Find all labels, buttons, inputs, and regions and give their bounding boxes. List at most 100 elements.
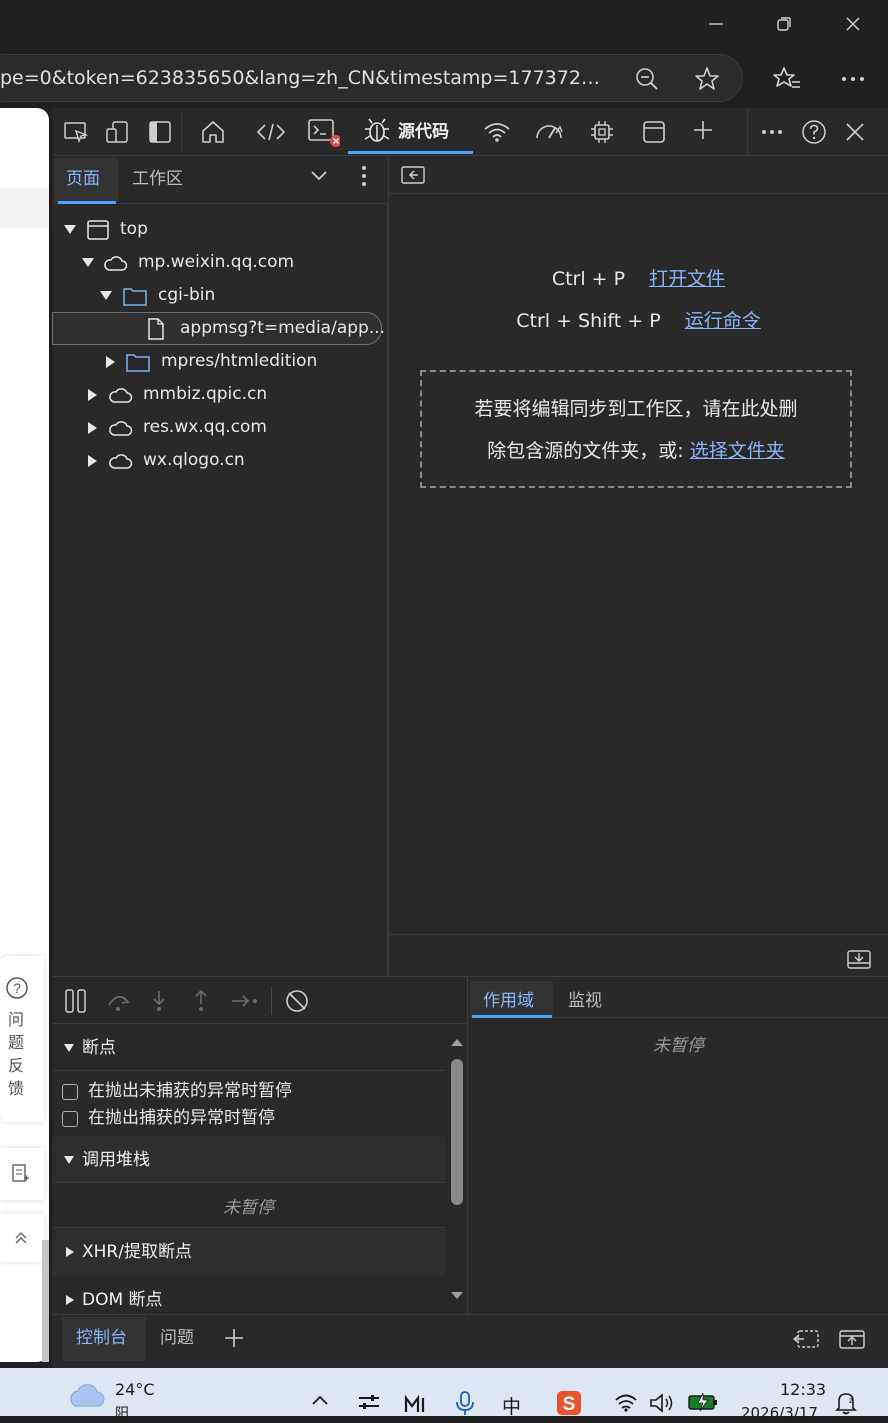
speaker-icon (650, 1393, 673, 1413)
chip-icon (591, 121, 613, 143)
breakpoints-section-header[interactable]: 断点 (52, 1025, 445, 1071)
tree-node-label: mp.weixin.qq.com (138, 252, 295, 272)
close-window-button[interactable] (839, 10, 867, 38)
tab-page-indicator (58, 201, 116, 204)
weather-widget[interactable] (66, 1380, 106, 1410)
restore-icon (777, 17, 791, 31)
pause-button[interactable] (64, 988, 88, 1014)
tab-network[interactable] (480, 116, 514, 148)
toggle-navigator-button[interactable] (401, 165, 425, 185)
restore-button[interactable] (770, 10, 798, 38)
close-drawer-button[interactable] (839, 1328, 865, 1350)
zoom-button[interactable] (634, 66, 660, 92)
help-button[interactable] (797, 116, 831, 148)
address-text[interactable]: pe=0&token=623835650&lang=zh_CN&timestam… (0, 66, 610, 90)
feedback-widget[interactable]: ? 问 题 反 馈 (0, 956, 44, 1122)
step-button[interactable] (230, 991, 260, 1011)
tab-page[interactable]: 页面 (66, 156, 100, 204)
web-page: ? 问 题 反 馈 (0, 108, 49, 1362)
device-icon (106, 121, 128, 143)
tree-node-domain[interactable]: mp.weixin.qq.com (82, 246, 294, 279)
step-over-button[interactable] (106, 989, 132, 1013)
navigator-menu-button[interactable] (354, 164, 374, 188)
favorites-list-icon (773, 67, 800, 88)
scope-panel: 作用域 监视 未暂停 (469, 976, 888, 1314)
drawer-toggle-button[interactable] (847, 950, 871, 970)
drawer-tab-issues[interactable]: 问题 (160, 1315, 194, 1361)
expand-arrow-icon (64, 1043, 74, 1052)
show-hidden-icons-button[interactable] (310, 1392, 330, 1408)
dock-side-button[interactable] (143, 116, 177, 148)
editor-toolbar (389, 156, 888, 194)
minimize-button[interactable] (702, 10, 730, 38)
favorite-button[interactable] (693, 65, 721, 93)
callstack-section-header[interactable]: 调用堆栈 (52, 1137, 445, 1183)
tab-workspace[interactable]: 工作区 (132, 156, 183, 204)
sogou-ime-button[interactable]: S (556, 1390, 582, 1416)
panel-collapse-icon (401, 166, 425, 184)
microphone-button[interactable] (454, 1390, 476, 1416)
notifications-button[interactable]: z (834, 1390, 858, 1416)
tree-node-domain[interactable]: wx.qlogo.cn (88, 444, 245, 477)
scrollbar-thumb[interactable] (451, 1059, 463, 1205)
scroll-down-icon (451, 1292, 463, 1299)
tab-welcome[interactable] (196, 116, 230, 148)
xhr-section-header[interactable]: XHR/提取断点 (52, 1229, 445, 1275)
close-devtools-button[interactable] (838, 116, 872, 148)
tab-performance[interactable] (532, 116, 566, 148)
performance-gauge-icon (536, 125, 563, 139)
more-tabs-button[interactable] (308, 166, 330, 186)
tree-node-top[interactable]: top (64, 213, 148, 246)
deactivate-breakpoints-button[interactable] (284, 988, 310, 1014)
volume-button[interactable] (649, 1392, 675, 1414)
customize-menu-button[interactable] (755, 116, 789, 148)
divider (52, 1227, 445, 1228)
tab-memory[interactable] (585, 116, 619, 148)
quick-view-button[interactable] (792, 1328, 820, 1350)
ime-indicator[interactable]: 中 (502, 1392, 521, 1419)
tab-application[interactable] (637, 116, 671, 148)
open-file-link[interactable]: 打开文件 (649, 268, 725, 290)
drawer-add-tab-button[interactable] (223, 1327, 245, 1349)
network-status-button[interactable] (614, 1392, 638, 1412)
select-folder-link[interactable]: 选择文件夹 (690, 440, 785, 462)
checkbox[interactable] (62, 1083, 78, 1100)
notes-button[interactable] (0, 1148, 44, 1200)
back-to-top-button[interactable] (0, 1214, 44, 1262)
cloud-icon (109, 453, 133, 469)
drawer-tab-console[interactable]: 控制台 (76, 1315, 127, 1361)
tree-node-file[interactable]: appmsg?t=media/app... (146, 312, 385, 345)
clock-time[interactable]: 12:33 (780, 1380, 826, 1399)
expand-arrow-icon (100, 291, 112, 300)
tab-elements[interactable] (254, 116, 288, 148)
browser-menu-button[interactable] (840, 66, 866, 92)
plus-icon (225, 1329, 243, 1347)
workspace-drop-zone[interactable]: 若要将编辑同步到工作区，请在此处删 除包含源的文件夹，或: 选择文件夹 (420, 370, 852, 488)
favorites-button[interactable] (772, 64, 802, 94)
checkbox[interactable] (62, 1110, 78, 1127)
step-into-button[interactable] (148, 989, 170, 1013)
tree-node-folder[interactable]: mpres/htmledition (106, 345, 317, 378)
page-scrollbar[interactable] (42, 1240, 49, 1362)
run-command-link[interactable]: 运行命令 (685, 310, 761, 332)
pause-caught-checkbox[interactable]: 在抛出捕获的异常时暂停 (62, 1102, 275, 1135)
tray-media-icon[interactable] (403, 1394, 429, 1414)
inspect-button[interactable] (59, 116, 93, 148)
device-emulation-button[interactable] (101, 116, 135, 148)
tray-app-icon[interactable] (357, 1392, 381, 1412)
step-out-button[interactable] (190, 989, 212, 1013)
minimize-icon (709, 23, 723, 25)
tab-console[interactable] (306, 116, 340, 148)
more-tools-button[interactable] (686, 114, 720, 146)
tree-node-domain[interactable]: res.wx.qq.com (88, 411, 267, 444)
shortcut-open-file: Ctrl + P 打开文件 (389, 264, 888, 291)
clock-date[interactable]: 2026/3/17 (741, 1404, 818, 1422)
tab-watch[interactable]: 监视 (568, 983, 602, 1019)
tree-node-domain[interactable]: mmbiz.qpic.cn (88, 378, 267, 411)
tab-sources[interactable]: 源代码 (348, 108, 473, 154)
tab-scope[interactable]: 作用域 (483, 983, 534, 1019)
debugger-scrollbar[interactable] (448, 1029, 466, 1313)
tree-node-folder[interactable]: cgi-bin (100, 279, 215, 312)
battery-status-button[interactable] (688, 1392, 718, 1412)
code-tags-icon (256, 123, 286, 141)
